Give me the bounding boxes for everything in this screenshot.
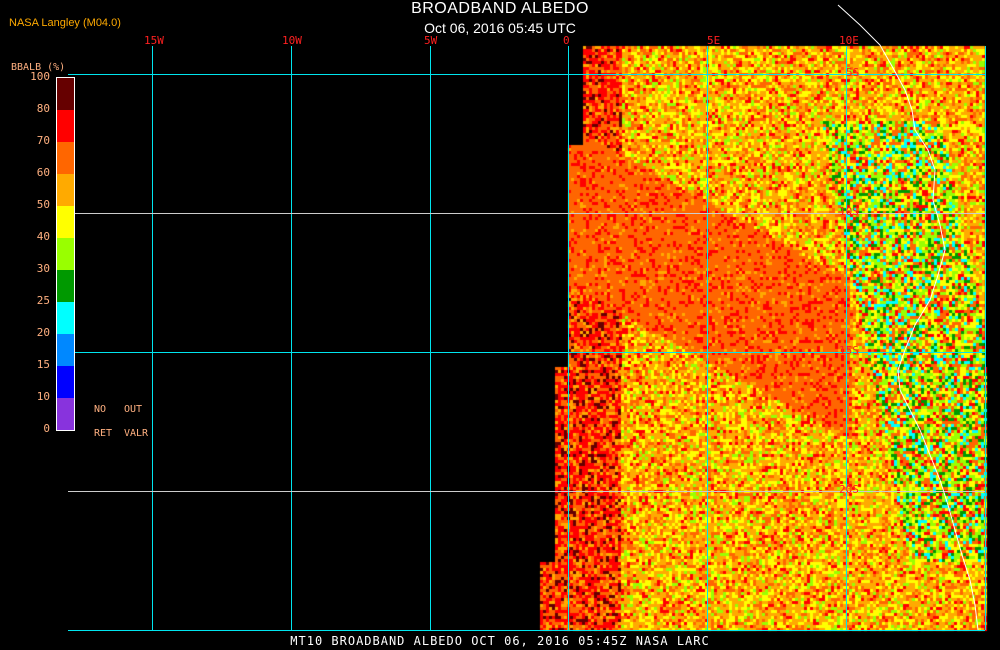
- colorbar-band: [57, 334, 74, 366]
- coastline: [838, 5, 978, 630]
- lon-label: 5W: [424, 34, 437, 47]
- footer-caption: MT10 BROADBAND ALBEDO OCT 06, 2016 05:45…: [0, 634, 1000, 648]
- out-of-range-label: OUT: [124, 404, 142, 415]
- colorbar-tick-label: 0: [10, 422, 50, 435]
- no-retrieval-label-2: RET: [94, 428, 112, 439]
- colorbar-band: [57, 142, 74, 174]
- colorbar-tick-label: 60: [10, 166, 50, 179]
- colorbar-tick-label: 50: [10, 198, 50, 211]
- credit-label: NASA Langley (M04.0): [9, 17, 121, 29]
- lon-label: 10W: [282, 34, 302, 47]
- colorbar-tick-label: 80: [10, 102, 50, 115]
- colorbar-tick-label: 25: [10, 294, 50, 307]
- colorbar-tick-label: 20: [10, 326, 50, 339]
- lat-label: 5S: [846, 66, 859, 79]
- colorbar-band: [57, 110, 74, 142]
- colorbar-band: [57, 398, 74, 430]
- colorbar-tick-label: 30: [10, 262, 50, 275]
- colorbar: [56, 77, 75, 431]
- lon-label: 0: [563, 34, 570, 47]
- lon-label: 10E: [839, 34, 859, 47]
- colorbar-tick-label: 40: [10, 230, 50, 243]
- lat-label: 15S: [839, 344, 859, 357]
- colorbar-tick-label: 100: [10, 70, 50, 83]
- lat-lon-grid: [68, 46, 986, 631]
- out-of-range-label-2: VALR: [124, 428, 148, 439]
- lat-label: 20S: [839, 483, 859, 496]
- chart-title: BROADBAND ALBEDO: [0, 0, 1000, 18]
- colorbar-band: [57, 238, 74, 270]
- lon-label: 15W: [144, 34, 164, 47]
- colorbar-tick-label: 70: [10, 134, 50, 147]
- colorbar-band: [57, 174, 74, 206]
- lat-label: 10S: [839, 205, 859, 218]
- colorbar-band: [57, 302, 74, 334]
- lon-label: 5E: [707, 34, 720, 47]
- colorbar-band: [57, 206, 74, 238]
- colorbar-band: [57, 78, 74, 110]
- colorbar-tick-label: 15: [10, 358, 50, 371]
- colorbar-band: [57, 270, 74, 302]
- colorbar-tick-label: 10: [10, 390, 50, 403]
- map-overlay: [0, 0, 1000, 650]
- no-retrieval-label: NO: [94, 404, 106, 415]
- colorbar-band: [57, 366, 74, 398]
